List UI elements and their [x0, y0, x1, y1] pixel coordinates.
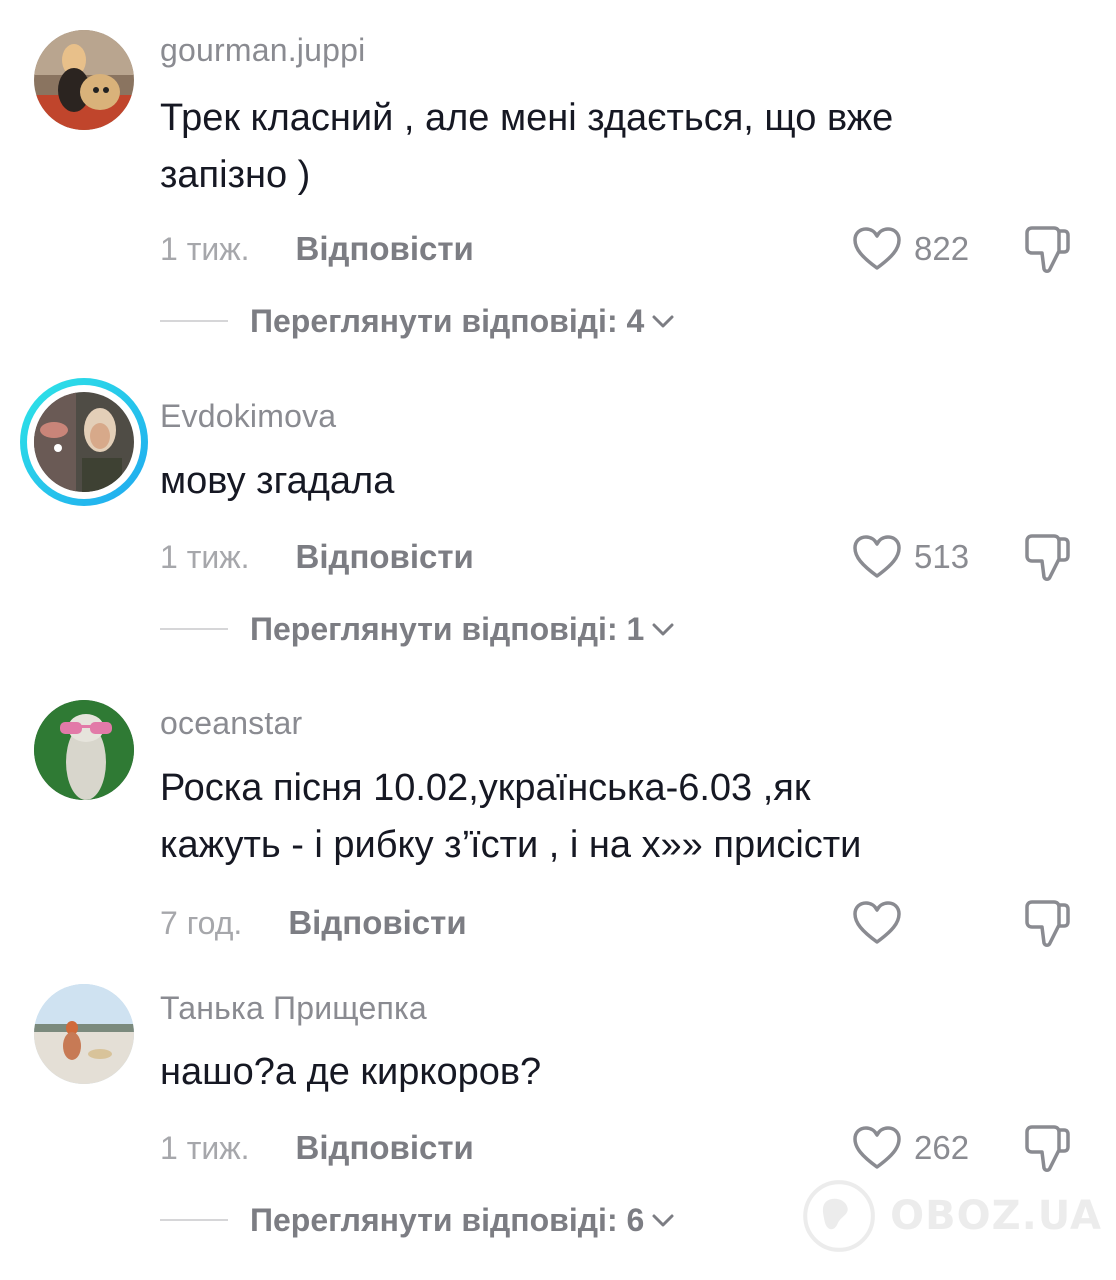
- like-button[interactable]: 822: [852, 224, 969, 274]
- avatar[interactable]: [34, 30, 134, 130]
- watermark-text: OBOZ.UA: [890, 1193, 1102, 1239]
- like-count: 513: [914, 538, 970, 575]
- view-replies-label: Переглянути відповіді: 4: [250, 302, 645, 339]
- comment-username[interactable]: Evdokimova: [160, 398, 336, 435]
- comment-text: Трек класний , але мені здається, що вже…: [160, 97, 894, 196]
- thumbs-down-icon[interactable]: [1020, 897, 1074, 951]
- reply-button[interactable]: Відповісти: [296, 230, 474, 268]
- heart-outline-icon: [853, 535, 901, 578]
- watermark: OBOZ.UA: [802, 1168, 1102, 1264]
- divider-line: [160, 320, 228, 322]
- avatar-image: [34, 984, 134, 1084]
- heart-outline-icon: [853, 901, 901, 944]
- thumbs-down-icon[interactable]: [1020, 223, 1074, 277]
- avatar[interactable]: [34, 984, 134, 1084]
- comment-meta: 7 год. Відповісти: [160, 898, 467, 948]
- reply-button[interactable]: Відповісти: [288, 904, 466, 942]
- view-replies-button[interactable]: Переглянути відповіді: 4: [160, 298, 676, 344]
- comment-username[interactable]: oceanstar: [160, 705, 302, 742]
- like-count: 822: [914, 230, 970, 267]
- thumbs-down-icon[interactable]: [1020, 531, 1074, 585]
- avatar-with-story-ring[interactable]: [20, 378, 148, 506]
- avatar-image: [34, 392, 134, 492]
- divider-line: [160, 1219, 228, 1221]
- reply-button[interactable]: Відповісти: [296, 1129, 474, 1167]
- view-replies-button[interactable]: Переглянути відповіді: 1: [160, 606, 676, 652]
- like-button[interactable]: 513: [852, 532, 969, 582]
- comment-time: 1 тиж.: [160, 230, 250, 267]
- heart-outline-icon: [853, 227, 901, 270]
- like-button[interactable]: [852, 898, 902, 948]
- chevron-down-icon: [652, 1214, 674, 1227]
- comment-time: 7 год.: [160, 904, 243, 941]
- comment-text: мову згадала: [160, 460, 395, 502]
- heart-outline-icon: [853, 1126, 901, 1169]
- view-replies-button[interactable]: Переглянути відповіді: 6: [160, 1197, 676, 1243]
- comment-time: 1 тиж.: [160, 1129, 250, 1166]
- comment-text: нашо?а де киркоров?: [160, 1051, 542, 1093]
- comment-username[interactable]: Танька Прищепка: [160, 990, 427, 1027]
- comment-meta: 1 тиж. Відповісти: [160, 532, 474, 582]
- chevron-down-icon: [652, 315, 674, 328]
- avatar[interactable]: [34, 700, 134, 800]
- like-button[interactable]: 262: [852, 1123, 969, 1173]
- globe-logo-icon: [803, 1180, 875, 1252]
- comment-username[interactable]: gourman.juppi: [160, 32, 365, 69]
- view-replies-label: Переглянути відповіді: 6: [250, 1201, 645, 1238]
- divider-line: [160, 628, 228, 630]
- reply-button[interactable]: Відповісти: [296, 538, 474, 576]
- chevron-down-icon: [652, 623, 674, 636]
- comment-meta: 1 тиж. Відповісти: [160, 224, 474, 274]
- avatar-image: [34, 700, 134, 800]
- comment-time: 1 тиж.: [160, 538, 250, 575]
- comment-meta: 1 тиж. Відповісти: [160, 1123, 474, 1173]
- comment-text: Роска пісня 10.02,українська-6.03 ,як ка…: [160, 767, 862, 866]
- avatar-image: [34, 30, 134, 130]
- like-count: 262: [914, 1129, 970, 1166]
- view-replies-label: Переглянути відповіді: 1: [250, 610, 645, 647]
